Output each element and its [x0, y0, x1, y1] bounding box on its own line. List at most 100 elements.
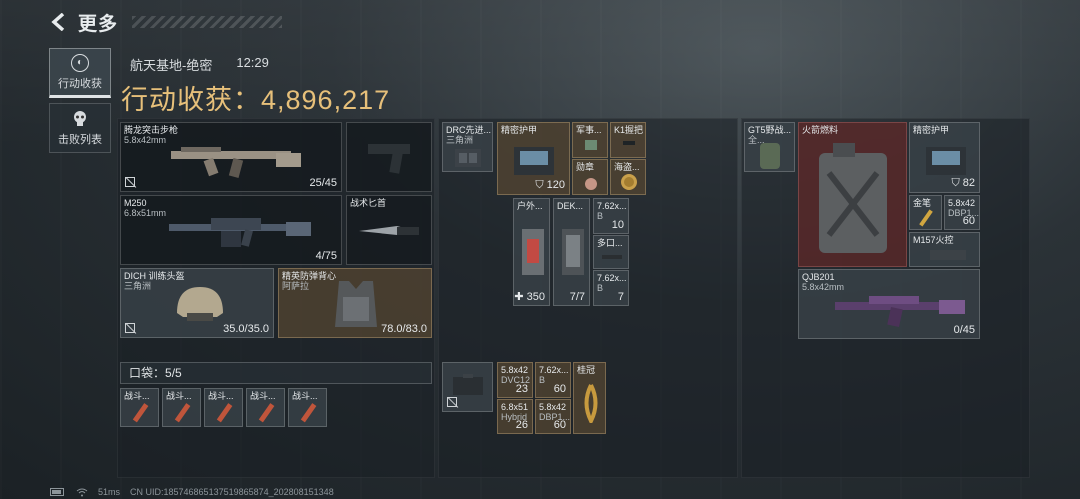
- haul-value: 4,896,217: [261, 85, 391, 115]
- armor-case-icon: [514, 147, 554, 175]
- ammo-count: 60: [962, 215, 975, 227]
- item-name: 精英防弹背心: [282, 271, 337, 281]
- pocket-item[interactable]: 战斗...: [246, 388, 285, 427]
- rig-icon: [455, 149, 481, 167]
- map-name: 航天基地-绝密: [130, 58, 213, 73]
- pistol-slot[interactable]: [346, 122, 432, 192]
- case-item[interactable]: 5.8x42 DVC12 23: [497, 362, 533, 398]
- coin-icon: [621, 174, 637, 190]
- item-name: DRC先进...: [446, 125, 492, 135]
- item-name: 战斗...: [124, 391, 150, 401]
- chest-rig-slot[interactable]: DRC先进... 三角洲: [442, 122, 493, 172]
- rig-item[interactable]: DEK... 7/7: [553, 198, 590, 306]
- top-bar: 更多: [48, 8, 283, 36]
- item-name: 5.8x42: [501, 365, 529, 375]
- tab-kills-label: 击败列表: [58, 133, 102, 146]
- shield-value: ⛉ 82: [951, 177, 975, 189]
- gold-pen-icon: [919, 209, 933, 227]
- item-faction: 三角洲: [124, 281, 152, 291]
- rifle-icon: [835, 296, 965, 328]
- rig-item[interactable]: 勋章: [572, 159, 608, 195]
- item-name: 金笔: [913, 198, 932, 208]
- syringe-icon: [300, 403, 317, 423]
- pocket-item[interactable]: 战斗...: [120, 388, 159, 427]
- syringe-icon: [216, 403, 233, 423]
- helmet-slot[interactable]: DICH 训练头盔 三角洲 35.0/35.0: [120, 268, 274, 338]
- rig-item[interactable]: 7.62x... B 7: [593, 270, 629, 306]
- title-decoration: [132, 16, 283, 28]
- case-item[interactable]: 5.8x42 DBP1... 60: [535, 399, 571, 434]
- rig-item[interactable]: 海盗...: [610, 159, 646, 195]
- item-name: 战斗...: [208, 391, 234, 401]
- backpack-item[interactable]: QJB201 5.8x42mm 0/45: [798, 269, 980, 339]
- item-name: 精密护甲: [501, 125, 538, 135]
- rig-item[interactable]: 多口...: [593, 235, 629, 269]
- item-sub: B: [597, 283, 604, 293]
- back-arrow-icon[interactable]: [48, 12, 68, 32]
- case-item[interactable]: 桂冠: [573, 362, 606, 434]
- ping: 51ms: [98, 487, 121, 497]
- secondary-weapon-slot[interactable]: M250 6.8x51mm 4/75: [120, 195, 342, 265]
- multitool-icon: [602, 255, 622, 259]
- tab-loot-label: 行动收获: [58, 77, 102, 90]
- item-name: GT5野战...: [748, 125, 792, 135]
- medal-icon: [585, 178, 597, 190]
- haul-total: 行动收获：4,896,217: [121, 78, 390, 117]
- pocket-item[interactable]: 战斗...: [204, 388, 243, 427]
- match-meta: 航天基地-绝密 12:29: [130, 55, 269, 74]
- armor-value: 82: [962, 177, 975, 189]
- syringe-icon: [174, 403, 191, 423]
- armor-slot[interactable]: 精英防弹背心 阿萨拉 78.0/83.0: [278, 268, 432, 338]
- backpack-item[interactable]: 5.8x42 DBP1... 60: [944, 195, 980, 230]
- loot-icon: ◐: [71, 53, 89, 72]
- fire-control-icon: [930, 250, 966, 260]
- rig-item[interactable]: K1握把: [610, 122, 646, 158]
- backpack-item[interactable]: 火箭燃料: [798, 122, 907, 267]
- pistol-silhouette-icon: [368, 144, 410, 174]
- backpack-item[interactable]: 金笔: [909, 195, 942, 230]
- backpack-slot[interactable]: GT5野战... 全...: [744, 122, 795, 172]
- backpack-item[interactable]: M157火控: [909, 232, 980, 267]
- knife-icon: [359, 226, 419, 235]
- fuel-canister-icon: [819, 143, 887, 253]
- knife-slot[interactable]: 战术匕首: [346, 195, 432, 265]
- ammo-count: 26: [515, 419, 528, 431]
- secure-case-icon: [453, 374, 483, 395]
- backpack-item[interactable]: 精密护甲 ⛉ 82: [909, 122, 980, 193]
- tab-kills[interactable]: 击败列表: [49, 103, 111, 153]
- item-name: 户外...: [517, 201, 543, 211]
- item-caliber: 5.8x42mm: [124, 135, 167, 145]
- rig-item[interactable]: 7.62x... B 10: [593, 198, 629, 234]
- item-name: 军事...: [576, 125, 602, 135]
- item-name: 精密护甲: [913, 125, 950, 135]
- item-name: 火箭燃料: [802, 125, 839, 135]
- case-item[interactable]: 7.62x... B 60: [535, 362, 571, 398]
- shield-value: ⛉ 120: [535, 179, 565, 191]
- tab-loot[interactable]: ◐ 行动收获: [49, 48, 111, 98]
- pocket-label: 口袋：: [129, 366, 166, 380]
- item-name: 7.62x...: [539, 365, 569, 375]
- rig-item[interactable]: 户外... ✚ 350: [513, 198, 550, 306]
- pocket-item[interactable]: 战斗...: [162, 388, 201, 427]
- vest-icon: [335, 281, 377, 327]
- rig-item[interactable]: 精密护甲 ⛉ 120: [497, 122, 570, 195]
- rig-item[interactable]: 军事...: [572, 122, 608, 158]
- primary-weapon-slot[interactable]: 腾龙突击步枪 5.8x42mm 25/45: [120, 122, 342, 192]
- case-slot[interactable]: [442, 362, 493, 412]
- item-name: DEK...: [557, 201, 584, 211]
- ammo-count: 60: [553, 383, 566, 395]
- ammo-count: 7: [617, 291, 624, 303]
- item-name: M157火控: [913, 235, 954, 245]
- lock-icon: [125, 323, 135, 333]
- ammo-count: 0/45: [953, 324, 975, 336]
- hp-value: ✚ 350: [514, 291, 545, 303]
- item-caliber: 6.8x51mm: [124, 208, 167, 218]
- lock-icon: [125, 177, 135, 187]
- case-item[interactable]: 6.8x51 Hybrid 26: [497, 399, 533, 434]
- item-name: 战斗...: [166, 391, 192, 401]
- syringe-icon: [258, 403, 275, 423]
- pocket-item[interactable]: 战斗...: [288, 388, 327, 427]
- item-name: 多口...: [597, 238, 623, 248]
- page-title: 更多: [78, 13, 119, 35]
- armor-case-icon: [926, 147, 966, 175]
